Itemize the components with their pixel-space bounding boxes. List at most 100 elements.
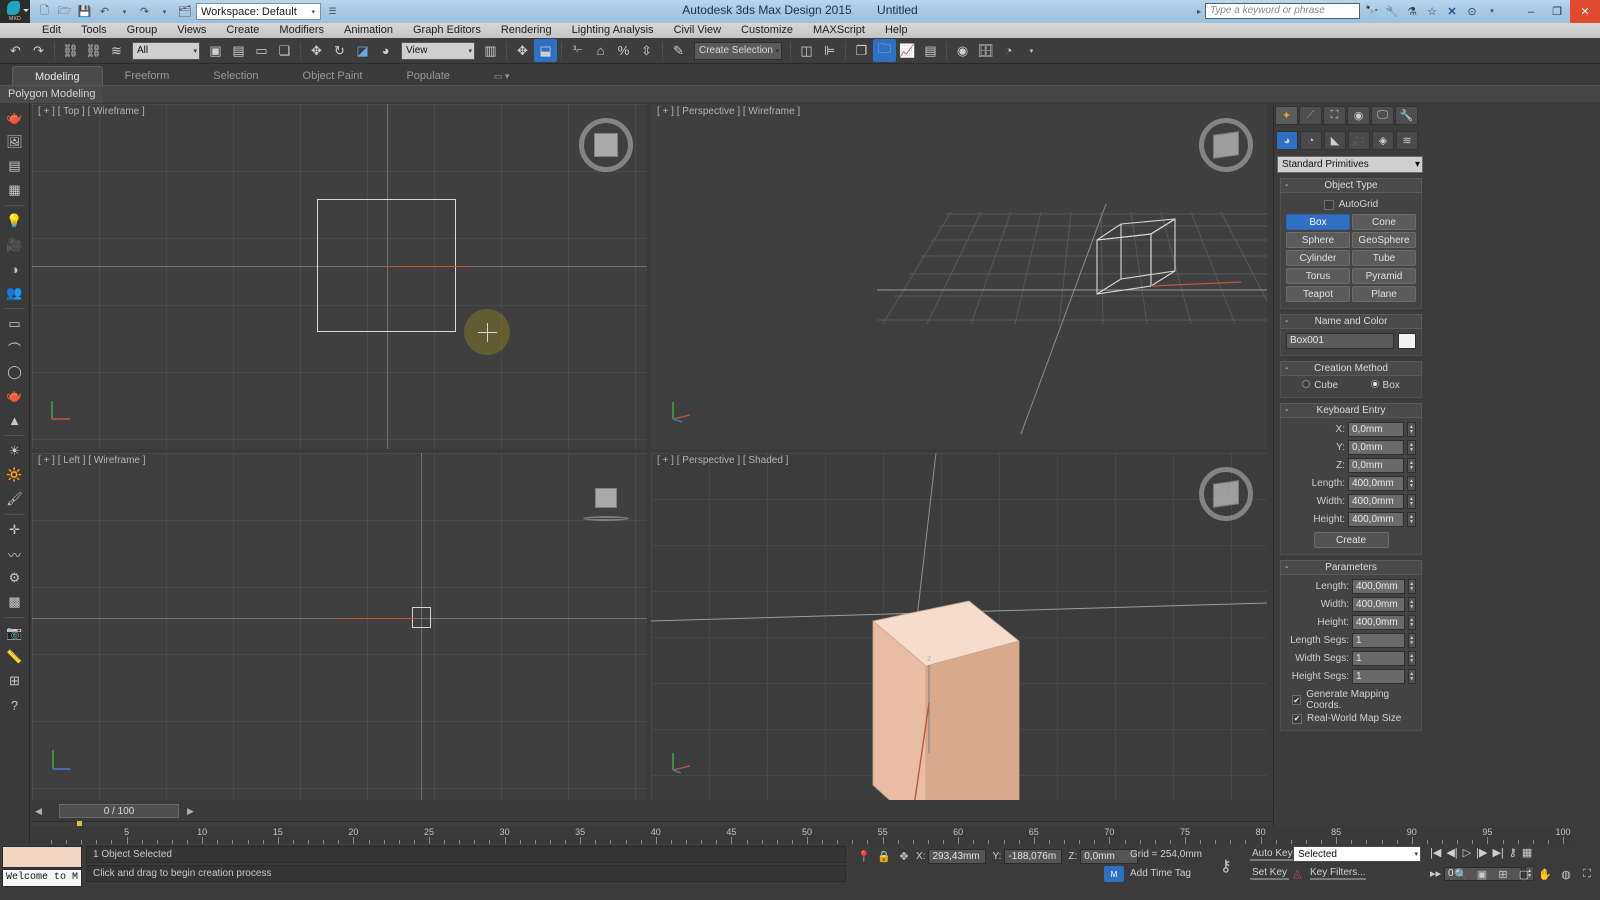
spinner[interactable]: ▲ ▼ [1407, 458, 1416, 473]
menu-item-animation[interactable]: Animation [334, 23, 403, 38]
viewcube-top[interactable] [579, 118, 633, 172]
checkbox[interactable]: ✔ [1292, 713, 1302, 724]
maxscript-listener-input[interactable]: Welcome to M [2, 869, 82, 887]
create-tab[interactable]: ✦ [1275, 106, 1298, 125]
spinner[interactable]: ▲ ▼ [1407, 494, 1416, 509]
menu-item-rendering[interactable]: Rendering [491, 23, 562, 38]
scene-panel-icon[interactable]: ▤ [3, 155, 27, 177]
chevron-right-icon[interactable]: ▸ [1197, 7, 1201, 16]
unlink-icon[interactable]: ⛓ [82, 39, 105, 62]
help-icon[interactable]: ⊙ [1464, 3, 1480, 19]
favorites-star-icon[interactable]: ☆ [1424, 3, 1440, 19]
new-file-icon[interactable]: 🗋 [36, 3, 53, 20]
collapse-icon[interactable]: - [1285, 405, 1288, 416]
pan-view-icon[interactable]: ✋ [1536, 866, 1554, 883]
object-type-tube[interactable]: Tube [1352, 250, 1416, 266]
ribbon-tab-freeform[interactable]: Freeform [103, 66, 192, 85]
ribbon-panel-label[interactable]: Polygon Modeling [0, 85, 104, 103]
field-input-z[interactable]: 0,0mm [1348, 458, 1404, 473]
layer-manager-icon[interactable]: ❐ [850, 39, 873, 62]
spinner[interactable]: ▲ ▼ [1407, 476, 1416, 491]
rollout-header-creation-method[interactable]: - Creation Method [1280, 361, 1422, 376]
field-input-height[interactable]: 400,0mm [1352, 615, 1405, 630]
time-slider-handle[interactable]: 0 / 100 [59, 804, 179, 818]
radio-box[interactable]: Box [1370, 380, 1400, 391]
render-dropdown-icon[interactable]: ▾ [1020, 39, 1043, 62]
auto-key-button[interactable]: Auto Key [1250, 848, 1295, 861]
pin-stack-icon[interactable]: 📍 [856, 848, 872, 864]
undo-dropdown-icon[interactable]: ▾ [116, 3, 133, 20]
use-pivot-center-icon[interactable]: ▥ [479, 39, 502, 62]
key-step-icon[interactable]: ▸▸ [1430, 867, 1441, 880]
selection-list-dropdown[interactable]: Selected ▾ [1293, 846, 1421, 862]
rectangular-region-icon[interactable]: ▭ [250, 39, 273, 62]
redo-dropdown-icon[interactable]: ▾ [156, 3, 173, 20]
checkbox-row[interactable]: ✔ Real-World Map Size [1286, 711, 1416, 724]
snapshot-icon[interactable]: 📷 [3, 622, 27, 644]
time-slider[interactable]: ◀ 0 / 100 ▶ [31, 803, 1273, 819]
rollout-header-parameters[interactable]: - Parameters [1280, 560, 1422, 575]
menu-item-tools[interactable]: Tools [71, 23, 117, 38]
spinner[interactable]: ▲ ▼ [1407, 440, 1416, 455]
helper-icon[interactable]: ✛ [3, 519, 27, 541]
object-type-sphere[interactable]: Sphere [1286, 232, 1350, 248]
spinner[interactable]: ▲ ▼ [1407, 633, 1416, 648]
save-icon[interactable]: 💾 [76, 3, 93, 20]
create-button[interactable]: Create [1313, 532, 1389, 548]
select-link-icon[interactable]: ⛓ [59, 39, 82, 62]
zoom-icon[interactable]: 🔍 [1452, 866, 1470, 883]
rollout-header-keyboard-entry[interactable]: - Keyboard Entry [1280, 403, 1422, 418]
angle-snap-icon[interactable]: ⌂ [589, 39, 612, 62]
zoom-region-icon[interactable]: ▢ [1515, 866, 1533, 883]
select-and-move-icon[interactable]: ✥ [305, 39, 328, 62]
spinner[interactable]: ▲ ▼ [1407, 579, 1416, 594]
undo-icon[interactable]: ↶ [4, 39, 27, 62]
viewport-label-shaded[interactable]: [ + ] [ Perspective ] [ Shaded ] [657, 455, 788, 466]
utilities-tab[interactable]: 🔧 [1395, 106, 1418, 125]
field-input-widthsegs[interactable]: 1 [1352, 651, 1405, 666]
light-icon[interactable]: 💡 [3, 210, 27, 232]
daylight-icon[interactable]: 🔆 [3, 464, 27, 486]
object-type-cylinder[interactable]: Cylinder [1286, 250, 1350, 266]
curve-editor-icon[interactable]: 📈 [896, 39, 919, 62]
modify-tab[interactable]: ⟋ [1299, 106, 1322, 125]
select-and-scale-icon[interactable]: ◪ [351, 39, 374, 62]
project-folder-icon[interactable]: 🗂 [176, 3, 193, 20]
checkbox[interactable]: ✔ [1292, 695, 1302, 705]
geometry-icon[interactable]: ◕ [1276, 131, 1298, 150]
snap-degree-icon[interactable]: ³⌐ [566, 39, 589, 62]
close-button[interactable]: ✕ [1570, 0, 1600, 23]
rollout-header-name-color[interactable]: - Name and Color [1280, 314, 1422, 329]
render-frame-window-icon[interactable]: ◔ [997, 39, 1020, 62]
object-type-cone[interactable]: Cone [1352, 214, 1416, 230]
schematic-view-icon[interactable]: ▤ [919, 39, 942, 62]
exchange-icon[interactable]: ✕ [1444, 3, 1460, 19]
plane-icon[interactable]: ▭ [3, 313, 27, 335]
field-input-length[interactable]: 400,0mm [1352, 579, 1405, 594]
subscription-icon[interactable]: ⚗ [1404, 3, 1420, 19]
select-object-icon[interactable]: ▣ [204, 39, 227, 62]
display-tab[interactable]: 🖵 [1371, 106, 1394, 125]
menu-item-edit[interactable]: Edit [32, 23, 71, 38]
time-configuration-icon[interactable]: ▦ [1522, 846, 1532, 859]
key-filters-button[interactable]: Key Filters... [1310, 867, 1366, 880]
redo-icon[interactable]: ↷ [136, 3, 153, 20]
maximize-viewport-icon[interactable]: ⛶ [1578, 866, 1596, 883]
menu-item-help[interactable]: Help [875, 23, 918, 38]
open-file-icon[interactable]: 🗁 [56, 3, 73, 20]
minimize-button[interactable]: – [1518, 0, 1544, 23]
cone-icon[interactable]: ▲ [3, 409, 27, 431]
field-input-y[interactable]: 0,0mm [1348, 440, 1404, 455]
next-frame-icon[interactable]: |▶ [1476, 846, 1487, 859]
bind-space-warp-icon[interactable]: ≋ [105, 39, 128, 62]
zoom-all-icon[interactable]: ▣ [1473, 866, 1491, 883]
sphere-icon[interactable]: ◯ [3, 361, 27, 383]
select-and-place-icon[interactable]: ◕ [374, 39, 397, 62]
viewport-left[interactable]: [ + ] [ Left ] [ Wireframe ] [32, 453, 647, 800]
object-name-input[interactable]: Box001 [1286, 333, 1394, 349]
viewport-label-perspective[interactable]: [ + ] [ Perspective ] [ Wireframe ] [657, 106, 800, 117]
search-input[interactable]: Type a keyword or phrase [1205, 3, 1360, 19]
category-dropdown[interactable]: Standard Primitives ▾ [1277, 156, 1423, 173]
set-key-button[interactable]: Set Key [1250, 867, 1290, 880]
viewcube-left[interactable] [579, 471, 633, 525]
